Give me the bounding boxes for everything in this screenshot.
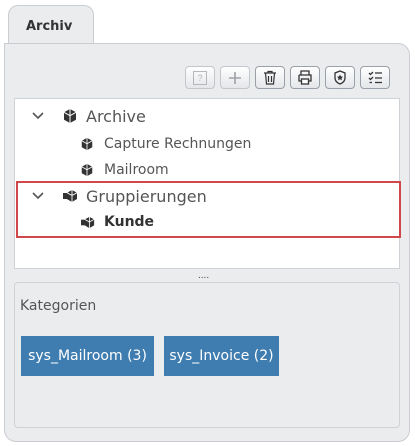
print-icon [298,70,312,85]
tree-label: Mailroom [104,162,169,178]
grouping-icon [81,216,95,228]
tree-label-selected: Kunde [104,214,155,230]
badge-button[interactable] [325,66,355,89]
splitter-handle[interactable]: .... [198,270,209,281]
cube-icon [81,163,93,177]
tree-node-capture-rechnungen[interactable]: Capture Rechnungen [80,132,251,156]
grouping-icon [63,190,78,202]
help-icon: ? [193,70,207,85]
add-button[interactable] [220,66,250,89]
tab-archiv[interactable]: Archiv [8,5,94,45]
tree-label: Archive [86,106,146,126]
delete-button[interactable] [255,66,285,89]
toolbar: ? [185,66,390,89]
cube-icon [81,137,93,151]
tree-node-mailroom[interactable]: Mailroom [80,158,169,182]
cube-icon [63,109,77,123]
tree-label: Gruppierungen [86,186,207,206]
tree-node-gruppierungen[interactable]: Gruppierungen [30,184,207,208]
chevron-down-icon[interactable] [30,108,46,124]
category-button-sys-invoice[interactable]: sys_Invoice (2) [164,336,279,376]
badge-icon [334,70,346,85]
trash-icon [264,70,276,85]
tree-node-kunde[interactable]: Kunde [80,210,154,234]
categories-title: Kategorien [20,298,97,314]
checklist-button[interactable] [360,66,390,89]
plus-icon [229,71,241,84]
checklist-icon [368,71,382,84]
tree-label: Capture Rechnungen [104,136,252,152]
category-button-sys-mailroom[interactable]: sys_Mailroom (3) [21,336,154,376]
tree-node-archive[interactable]: Archive [30,104,146,128]
chevron-down-icon[interactable] [30,188,46,204]
help-button[interactable]: ? [185,66,215,89]
print-button[interactable] [290,66,320,89]
tab-label: Archiv [26,19,73,34]
